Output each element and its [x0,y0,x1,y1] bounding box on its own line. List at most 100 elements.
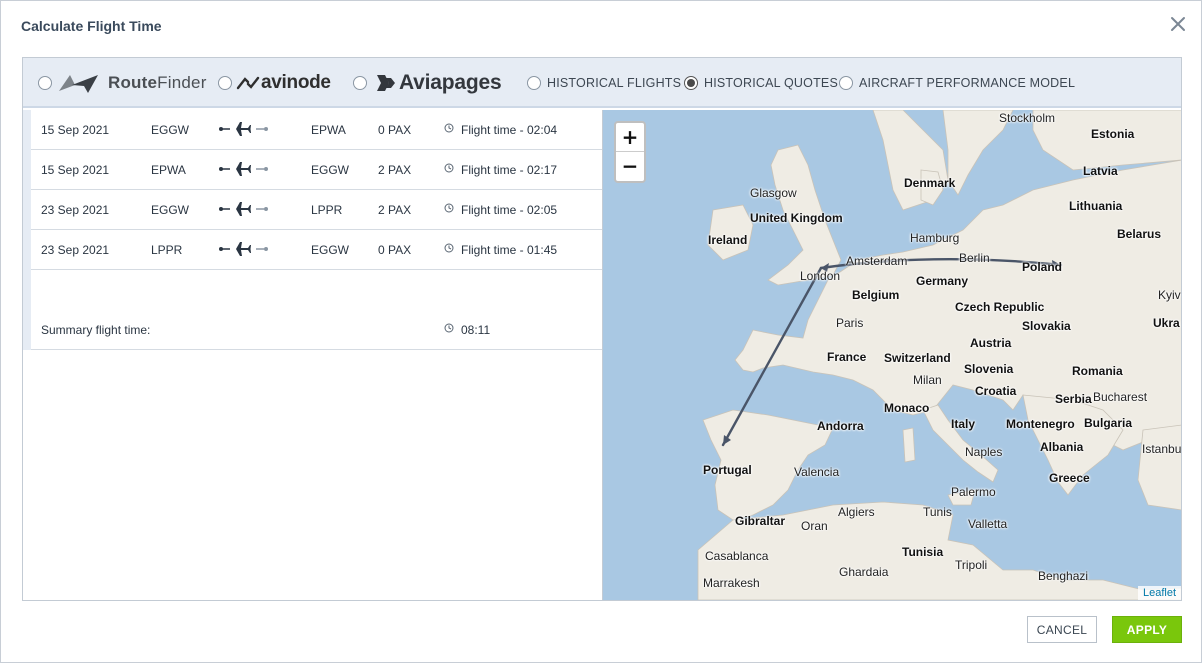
legs-list: 15 Sep 2021 EGGW EPWA 0 PAX Flight time … [23,110,602,600]
flight-route-icon [219,241,269,260]
map-label: Algiers [838,505,875,519]
aircraft-performance-radio[interactable] [839,76,853,90]
map-label: Kyiv [1158,288,1181,302]
map-label: Poland [1022,260,1063,274]
flight-route-icon [219,121,269,140]
source-historical-flights[interactable]: HISTORICAL FLIGHTS [527,58,681,108]
map-label: Ghardaia [839,565,889,579]
apply-button[interactable]: APPLY [1112,616,1182,643]
leg-departure: EPWA [151,163,186,177]
routefinder-icon [59,75,98,93]
map-attribution-link[interactable]: Leaflet [1137,586,1181,600]
map-label: Glasgow [750,186,797,200]
map-label: Marrakesh [703,576,760,590]
leg-arrival: LPPR [311,203,343,217]
close-icon[interactable] [1169,15,1187,33]
zoom-out-button[interactable]: − [616,152,644,181]
map-label: Bucharest [1093,390,1148,404]
leg-flight-time: Flight time - 01:45 [461,243,558,257]
leg-date: 15 Sep 2021 [41,163,110,177]
routefinder-brand-b: Finder [157,73,207,92]
source-aviapages[interactable]: Aviapages [353,58,502,108]
legs-strip [23,110,31,310]
map-label: Istanbul [1142,442,1181,456]
leg-row[interactable]: 23 Sep 2021 LPPR EGGW 0 PAX Flight time … [31,230,602,270]
leg-row[interactable]: 23 Sep 2021 EGGW LPPR 2 PAX Flight time … [31,190,602,230]
aviapages-icon [377,75,395,91]
zoom-control: + − [614,121,646,183]
map-label: London [800,269,841,283]
historical-quotes-radio[interactable] [684,76,698,90]
map-label: Albania [1040,440,1084,454]
map-label: Valencia [794,465,840,479]
map-label: Casablanca [705,549,769,563]
leg-date: 15 Sep 2021 [41,123,110,137]
route-map[interactable]: Stockholm Estonia Latvia Denmark Glasgow… [602,110,1181,600]
source-routefinder[interactable]: RouteFinder [38,58,207,108]
routefinder-brand-a: Route [108,73,158,92]
leg-departure: EGGW [151,203,189,217]
leg-date: 23 Sep 2021 [41,203,110,217]
source-panel: RouteFinder avinode Aviapages HISTORICAL… [22,57,1182,601]
source-aircraft-performance-model[interactable]: AIRCRAFT PERFORMANCE MODEL [839,58,1075,108]
map-label: Hamburg [910,231,960,245]
leg-pax: 2 PAX [378,163,412,177]
avinode-logo: avinode [236,72,331,94]
routefinder-radio[interactable] [38,76,52,90]
clock-icon [444,242,454,256]
aviapages-radio[interactable] [353,76,367,90]
map-label: Naples [965,445,1003,459]
map-label: Estonia [1091,127,1135,141]
map-label: Ukra [1153,316,1180,330]
cancel-button[interactable]: CANCEL [1027,616,1097,643]
historical-flights-radio[interactable] [527,76,541,90]
map-label: France [827,350,867,364]
avinode-radio[interactable] [218,76,232,90]
map-label: Belgium [852,288,900,302]
map-label: United Kingdom [750,211,843,225]
leg-arrival: EGGW [311,243,349,257]
map-label: Benghazi [1038,569,1089,583]
leg-arrival: EPWA [311,123,346,137]
map-label: Slovakia [1022,319,1071,333]
summary-value: 08:11 [461,323,491,337]
leg-departure: EGGW [151,123,189,137]
source-avinode[interactable]: avinode [218,58,331,108]
leg-pax: 2 PAX [378,203,412,217]
map-label: Valletta [968,517,1008,531]
map-label: Lithuania [1069,199,1123,213]
clock-icon [444,202,454,216]
map-label: Stockholm [999,111,1056,125]
leg-flight-time: Flight time - 02:17 [461,163,558,177]
source-selector: RouteFinder avinode Aviapages HISTORICAL… [23,58,1181,108]
zoom-in-button[interactable]: + [616,123,644,152]
historical-flights-label: HISTORICAL FLIGHTS [547,76,682,90]
map-label: Portugal [703,463,752,477]
leg-pax: 0 PAX [378,123,412,137]
leg-row[interactable]: 15 Sep 2021 EPWA EGGW 2 PAX Flight time … [31,150,602,190]
leg-pax: 0 PAX [378,243,412,257]
aviapages-brand: Aviapages [399,71,502,94]
map-label: Czech Republic [955,300,1045,314]
map-label: Montenegro [1006,417,1075,431]
historical-quotes-label: HISTORICAL QUOTES [704,76,838,90]
summary-row: Summary flight time: 08:11 [31,310,602,350]
aircraft-performance-label: AIRCRAFT PERFORMANCE MODEL [859,76,1076,90]
aviapages-logo: Aviapages [375,71,502,95]
map-label: Tripoli [955,558,988,572]
leg-flight-time: Flight time - 02:05 [461,203,558,217]
map-label: Romania [1072,364,1123,378]
leg-date: 23 Sep 2021 [41,243,110,257]
map-label: Italy [951,417,976,431]
map-label: Greece [1049,471,1090,485]
map-label: Paris [836,316,864,330]
clock-icon [444,122,454,136]
map-label: Ireland [708,233,748,247]
map-label: Gibraltar [735,514,786,528]
source-historical-quotes[interactable]: HISTORICAL QUOTES [684,58,838,108]
map-label: Milan [913,373,942,387]
map-label: Denmark [904,176,956,190]
leg-row[interactable]: 15 Sep 2021 EGGW EPWA 0 PAX Flight time … [31,110,602,150]
map-label: Switzerland [884,351,951,365]
routefinder-logo: RouteFinder [58,71,207,95]
